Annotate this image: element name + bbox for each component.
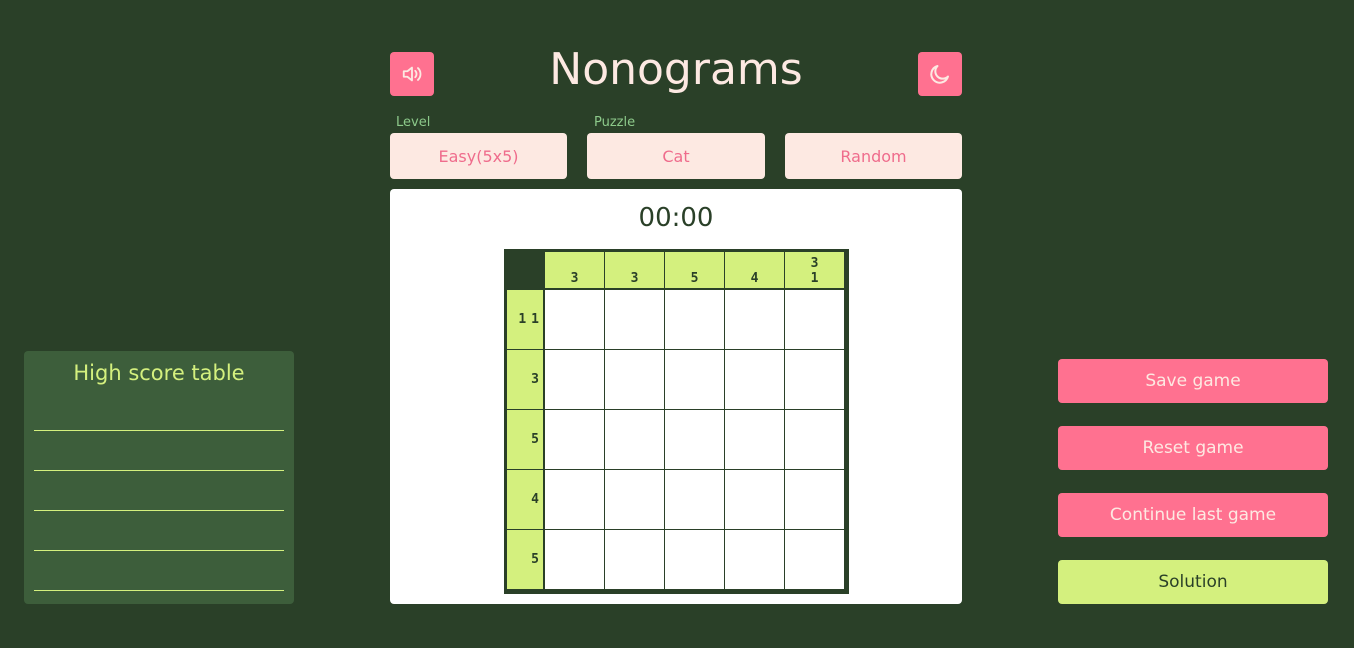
grid-cell[interactable]	[785, 410, 844, 469]
grid-cell[interactable]	[605, 290, 664, 349]
grid-corner	[504, 249, 544, 289]
high-score-row	[34, 590, 284, 591]
clue-number: 3	[570, 271, 579, 286]
level-label: Level	[396, 115, 431, 130]
moon-icon	[930, 65, 949, 84]
row-clue: 3	[507, 350, 543, 409]
clue-number: 5	[531, 432, 539, 447]
high-score-row	[34, 470, 284, 471]
grid-cell[interactable]	[545, 350, 604, 409]
theme-toggle-button[interactable]	[918, 52, 962, 96]
save-game-button[interactable]: Save game	[1058, 359, 1328, 403]
grid-cell[interactable]	[725, 530, 784, 589]
timer: 00:00	[638, 203, 714, 233]
solution-button[interactable]: Solution	[1058, 560, 1328, 604]
continue-last-game-button[interactable]: Continue last game	[1058, 493, 1328, 537]
grid-cell[interactable]	[785, 350, 844, 409]
grid-cell[interactable]	[665, 530, 724, 589]
clue-number: 4	[531, 492, 539, 507]
grid-cell[interactable]	[605, 530, 664, 589]
clue-number: 5	[690, 271, 699, 286]
high-score-row	[34, 510, 284, 511]
level-select[interactable]: Easy(5x5)	[390, 133, 567, 179]
row-clue: 4	[507, 470, 543, 529]
grid-cell[interactable]	[725, 290, 784, 349]
grid-cell[interactable]	[545, 530, 604, 589]
column-clue: 31	[785, 252, 844, 288]
row-clue: 5	[507, 530, 543, 589]
column-clue: 3	[605, 252, 664, 288]
clue-number: 1	[518, 312, 527, 327]
high-score-row	[34, 430, 284, 431]
grid-cell[interactable]	[605, 470, 664, 529]
row-clue: 5	[507, 410, 543, 469]
column-clue: 3	[545, 252, 604, 288]
grid-cell[interactable]	[665, 290, 724, 349]
nonogram-grid: 335431113545	[504, 249, 849, 594]
grid-cell[interactable]	[725, 350, 784, 409]
grid-cell[interactable]	[545, 290, 604, 349]
random-button[interactable]: Random	[785, 133, 962, 179]
high-score-title: High score table	[73, 361, 245, 385]
grid-cell[interactable]	[785, 530, 844, 589]
column-clue: 5	[665, 252, 724, 288]
clue-number: 3	[630, 271, 639, 286]
clue-number: 1	[810, 271, 819, 286]
reset-game-button[interactable]: Reset game	[1058, 426, 1328, 470]
clue-number: 4	[750, 271, 759, 286]
puzzle-select[interactable]: Cat	[587, 133, 765, 179]
high-score-row	[34, 550, 284, 551]
grid-cell[interactable]	[785, 470, 844, 529]
clue-number: 3	[810, 256, 819, 271]
game-board: 00:00 335431113545	[390, 189, 962, 604]
clue-number: 1	[531, 312, 539, 327]
clue-number: 5	[531, 552, 539, 567]
grid-cell[interactable]	[545, 410, 604, 469]
grid-cell[interactable]	[725, 470, 784, 529]
grid-cell[interactable]	[545, 470, 604, 529]
grid-cell[interactable]	[665, 470, 724, 529]
grid-cell[interactable]	[785, 290, 844, 349]
grid-cell[interactable]	[725, 410, 784, 469]
clue-number: 3	[531, 372, 539, 387]
page-title: Nonograms	[549, 44, 803, 95]
row-clue: 11	[507, 290, 543, 349]
grid-cell[interactable]	[665, 410, 724, 469]
high-score-panel: High score table	[24, 351, 294, 604]
puzzle-label: Puzzle	[594, 115, 636, 130]
grid-cell[interactable]	[665, 350, 724, 409]
grid-cell[interactable]	[605, 350, 664, 409]
grid-cell[interactable]	[605, 410, 664, 469]
column-clue: 4	[725, 252, 784, 288]
